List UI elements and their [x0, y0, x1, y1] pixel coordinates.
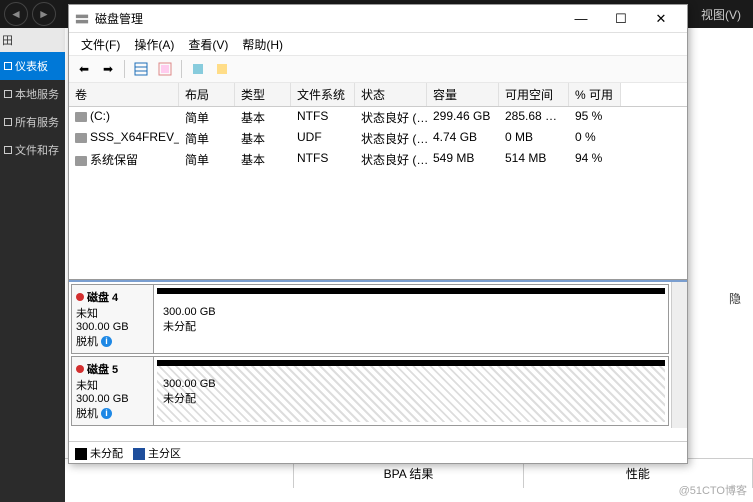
disk-info: 磁盘 5 未知 300.00 GB 脱机i [72, 357, 154, 425]
disk-graphical-pane[interactable]: 磁盘 4 未知 300.00 GB 脱机i 300.00 GB 未分配 磁盘 5… [69, 280, 687, 441]
volume-list: 卷 布局 类型 文件系统 状态 容量 可用空间 % 可用 (C:) 简单 基本 … [69, 83, 687, 280]
dm-titlebar[interactable]: 磁盘管理 — ☐ ✕ [69, 5, 687, 33]
back-icon[interactable]: ◄ [4, 2, 28, 26]
col-volume[interactable]: 卷 [69, 83, 179, 106]
volume-icon [75, 112, 87, 122]
minimize-button[interactable]: — [561, 7, 601, 31]
menu-file[interactable]: 文件(F) [75, 34, 126, 55]
close-button[interactable]: ✕ [641, 7, 681, 31]
bg-sidebar: 田 仪表板 本地服务 所有服务 文件和存 [0, 28, 65, 502]
disk-management-window: 磁盘管理 — ☐ ✕ 文件(F) 操作(A) 查看(V) 帮助(H) ⬅ ➡ 卷… [68, 4, 688, 464]
bg-right-label: 隐 [729, 290, 741, 307]
view-list-icon[interactable] [130, 58, 152, 80]
info-icon[interactable]: i [101, 336, 112, 347]
partition-unallocated[interactable]: 300.00 GB 未分配 [157, 288, 665, 350]
col-fs[interactable]: 文件系统 [291, 83, 355, 106]
col-pct[interactable]: % 可用 [569, 83, 621, 106]
offline-icon [76, 293, 84, 301]
forward-button[interactable]: ➡ [97, 58, 119, 80]
volume-icon [75, 133, 87, 143]
legend-unalloc-swatch [75, 448, 87, 460]
disk-mgmt-icon [75, 12, 89, 26]
refresh-icon[interactable] [154, 58, 176, 80]
table-row[interactable]: (C:) 简单 基本 NTFS 状态良好 (… 299.46 GB 285.68… [69, 107, 687, 128]
forward-icon[interactable]: ► [32, 2, 56, 26]
menubar: 文件(F) 操作(A) 查看(V) 帮助(H) [69, 33, 687, 55]
volume-icon [75, 156, 87, 166]
menu-view[interactable]: 查看(V) [182, 34, 234, 55]
window-title: 磁盘管理 [95, 10, 561, 27]
watermark: @51CTO博客 [679, 482, 747, 498]
offline-icon [76, 365, 84, 373]
table-row[interactable]: 系统保留 简单 基本 NTFS 状态良好 (… 549 MB 514 MB 94… [69, 149, 687, 170]
sidebar-label: 田 [0, 28, 65, 52]
table-row[interactable]: SSS_X64FREV_ZH… 简单 基本 UDF 状态良好 (… 4.74 G… [69, 128, 687, 149]
partition-unallocated[interactable]: 300.00 GB 未分配 [157, 360, 665, 422]
volume-body[interactable]: (C:) 简单 基本 NTFS 状态良好 (… 299.46 GB 285.68… [69, 107, 687, 279]
col-capacity[interactable]: 容量 [427, 83, 499, 106]
disk-row[interactable]: 磁盘 5 未知 300.00 GB 脱机i 300.00 GB 未分配 [71, 356, 669, 426]
disk-row[interactable]: 磁盘 4 未知 300.00 GB 脱机i 300.00 GB 未分配 [71, 284, 669, 354]
col-type[interactable]: 类型 [235, 83, 291, 106]
menu-action[interactable]: 操作(A) [128, 34, 180, 55]
help-icon[interactable] [211, 58, 233, 80]
legend-primary-swatch [133, 448, 145, 460]
menu-help[interactable]: 帮助(H) [236, 34, 289, 55]
col-layout[interactable]: 布局 [179, 83, 235, 106]
legend: 未分配 主分区 [69, 441, 687, 463]
info-icon[interactable]: i [101, 408, 112, 419]
volume-header-row: 卷 布局 类型 文件系统 状态 容量 可用空间 % 可用 [69, 83, 687, 107]
sidebar-item-all[interactable]: 所有服务 [0, 108, 65, 136]
sidebar-item-files[interactable]: 文件和存 [0, 136, 65, 164]
col-free[interactable]: 可用空间 [499, 83, 569, 106]
back-button[interactable]: ⬅ [73, 58, 95, 80]
bg-menu-view[interactable]: 视图(V) [693, 6, 749, 23]
disk-info: 磁盘 4 未知 300.00 GB 脱机i [72, 285, 154, 353]
sidebar-item-local[interactable]: 本地服务 [0, 80, 65, 108]
toolbar: ⬅ ➡ [69, 55, 687, 83]
sidebar-item-dashboard[interactable]: 仪表板 [0, 52, 65, 80]
col-status[interactable]: 状态 [355, 83, 427, 106]
properties-icon[interactable] [187, 58, 209, 80]
maximize-button[interactable]: ☐ [601, 7, 641, 31]
scrollbar[interactable] [671, 282, 687, 428]
